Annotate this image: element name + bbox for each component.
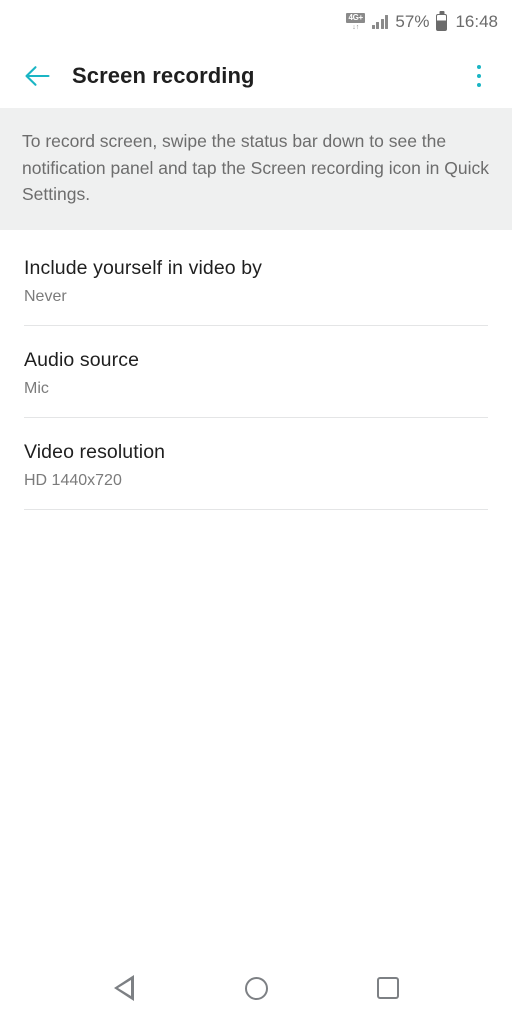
phone-screen: 4G+ ↓↑ 57% 16:48 Screen recording To rec… — [0, 0, 512, 1024]
info-banner: To record screen, swipe the status bar d… — [0, 108, 512, 230]
setting-title: Audio source — [24, 348, 140, 371]
more-vertical-icon-dot-1 — [476, 64, 482, 70]
signal-bar-4 — [385, 15, 389, 29]
data-transfer-arrows-icon: ↓↑ — [352, 24, 360, 31]
nav-recents-button[interactable] — [359, 959, 417, 1017]
setting-value: Mic — [24, 379, 49, 397]
status-bar: 4G+ ↓↑ 57% 16:48 — [0, 0, 512, 44]
clock-label: 16:48 — [455, 12, 498, 31]
signal-bar-3 — [380, 18, 384, 29]
triangle-back-icon — [114, 975, 134, 1001]
arrow-left-icon — [25, 66, 50, 86]
setting-row-include-yourself[interactable]: Include yourself in video by Never — [0, 234, 512, 325]
circle-home-icon — [244, 976, 268, 1000]
setting-title: Video resolution — [24, 440, 166, 463]
more-vertical-icon-dot-3 — [476, 82, 482, 88]
setting-value: Never — [24, 287, 67, 305]
setting-row-audio-source[interactable]: Audio source Mic — [0, 326, 512, 417]
overflow-menu-button[interactable] — [464, 57, 494, 95]
back-button[interactable] — [20, 59, 54, 93]
network-type-label: 4G+ — [346, 13, 365, 23]
nav-home-button[interactable] — [227, 959, 285, 1017]
info-banner-text: To record screen, swipe the status bar d… — [22, 131, 489, 204]
battery-percent-label: 57% — [395, 12, 430, 31]
system-navigation-bar — [0, 952, 512, 1024]
nav-back-button[interactable] — [95, 959, 153, 1017]
status-bar-right-cluster: 4G+ ↓↑ 57% 16:48 — [346, 12, 498, 32]
signal-bars-icon — [371, 15, 389, 29]
square-recents-icon — [377, 977, 399, 999]
page-title: Screen recording — [72, 63, 255, 88]
app-bar: Screen recording — [0, 44, 512, 108]
setting-row-video-resolution[interactable]: Video resolution HD 1440x720 — [0, 418, 512, 509]
setting-title: Include yourself in video by — [24, 256, 263, 279]
battery-icon — [436, 13, 448, 31]
signal-bar-1 — [371, 25, 375, 29]
setting-value: HD 1440x720 — [24, 471, 122, 489]
mobile-data-4g-plus-icon: 4G+ ↓↑ — [346, 13, 365, 31]
settings-list: Include yourself in video by Never Audio… — [0, 229, 512, 510]
signal-bar-2 — [376, 22, 380, 29]
more-vertical-icon-dot-2 — [476, 73, 482, 79]
